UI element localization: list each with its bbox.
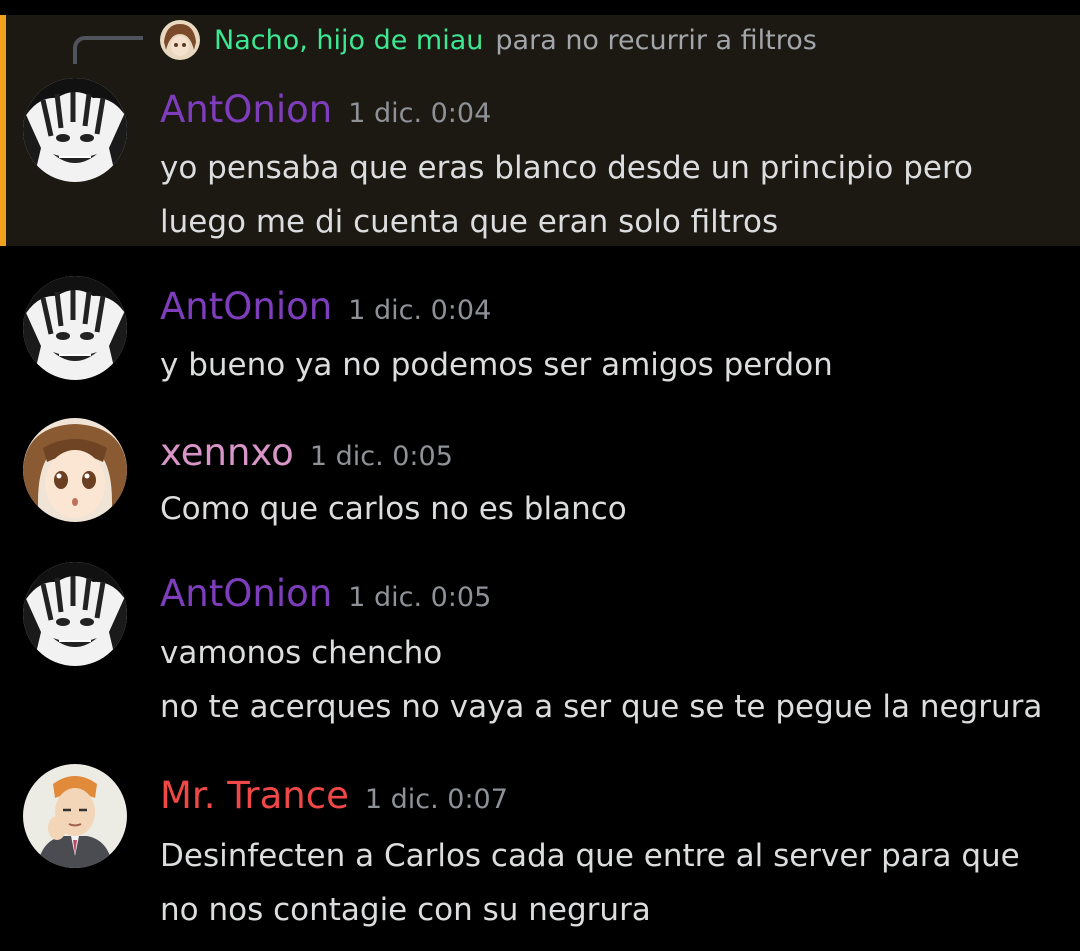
message-author[interactable]: AntOnion: [160, 88, 332, 131]
message-content: vamonos chencho no te acerques no vaya a…: [160, 626, 1060, 734]
reply-text[interactable]: para no recurrir a filtros: [495, 25, 816, 56]
message-line: no nos contagie con su negrura: [160, 892, 651, 928]
avatar[interactable]: [23, 78, 127, 182]
avatar[interactable]: [23, 562, 127, 666]
message-header: Mr. Trance 1 dic. 0:07: [160, 774, 508, 817]
message-line: y bueno ya no podemos ser amigos perdon: [160, 347, 833, 383]
message-line: Desinfecten a Carlos cada que entre al s…: [160, 838, 1020, 874]
message-header: AntOnion 1 dic. 0:04: [160, 88, 491, 131]
reply-avatar[interactable]: [160, 20, 200, 60]
avatar[interactable]: [23, 764, 127, 868]
message-timestamp: 1 dic. 0:04: [348, 295, 492, 326]
avatar[interactable]: [23, 418, 127, 522]
message-author[interactable]: AntOnion: [160, 572, 332, 615]
message-content: Desinfecten a Carlos cada que entre al s…: [160, 829, 1060, 937]
message-timestamp: 1 dic. 0:04: [348, 98, 492, 129]
message-content: yo pensaba que eras blanco desde un prin…: [160, 141, 1060, 249]
message-timestamp: 1 dic. 0:05: [348, 582, 492, 613]
avatar[interactable]: [23, 276, 127, 380]
message-header: xennxo 1 dic. 0:05: [160, 431, 453, 474]
message-line: vamonos chencho: [160, 635, 443, 671]
message-header: AntOnion 1 dic. 0:04: [160, 285, 491, 328]
message-author[interactable]: xennxo: [160, 431, 294, 474]
message-line: yo pensaba que eras blanco desde un prin…: [160, 150, 973, 186]
message-timestamp: 1 dic. 0:05: [309, 441, 453, 472]
reply-author[interactable]: Nacho, hijo de miau: [214, 25, 483, 56]
message-header: AntOnion 1 dic. 0:05: [160, 572, 491, 615]
reply-reference[interactable]: Nacho, hijo de miau para no recurrir a f…: [160, 19, 817, 61]
message-line: no te acerques no vaya a ser que se te p…: [160, 689, 1043, 725]
message-line: Como que carlos no es blanco: [160, 491, 627, 527]
message-author[interactable]: Mr. Trance: [160, 774, 349, 817]
message-content: Como que carlos no es blanco: [160, 482, 1060, 536]
reply-connector-line: [73, 36, 143, 64]
message-author[interactable]: AntOnion: [160, 285, 332, 328]
mention-highlight-bar: [0, 15, 6, 246]
message-timestamp: 1 dic. 0:07: [364, 784, 508, 815]
message-content: y bueno ya no podemos ser amigos perdon: [160, 338, 1060, 392]
message-line: luego me di cuenta que eran solo filtros: [160, 204, 779, 240]
